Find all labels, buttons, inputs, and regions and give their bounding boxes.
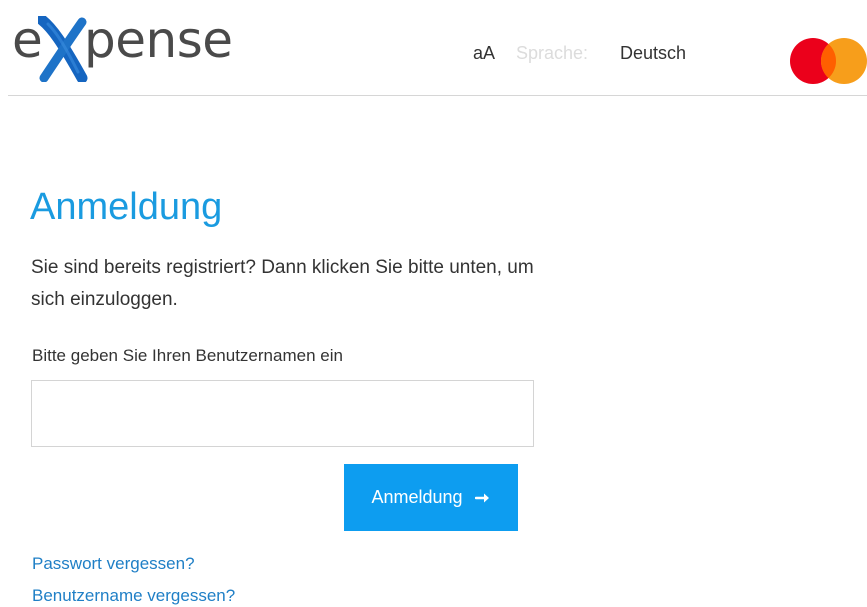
language-select[interactable]: Deutsch bbox=[620, 42, 686, 64]
username-input[interactable] bbox=[31, 380, 534, 447]
header-divider bbox=[8, 95, 867, 96]
forgot-password-link[interactable]: Passwort vergessen? bbox=[32, 553, 195, 575]
mastercard-logo-icon bbox=[790, 38, 867, 84]
font-size-toggle[interactable]: aA bbox=[473, 42, 495, 64]
arrow-right-icon bbox=[474, 493, 489, 502]
intro-text: Sie sind bereits registriert? Dann klick… bbox=[31, 257, 534, 310]
logo-x-icon bbox=[38, 16, 88, 82]
login-page: e pense aA Sprache: Deutsch Anmeldung Si… bbox=[0, 0, 867, 607]
login-button-label: Anmeldung bbox=[371, 487, 463, 507]
language-label: Sprache: bbox=[516, 43, 589, 63]
username-label: Bitte geben Sie Ihren Benutzernamen ein bbox=[32, 346, 343, 365]
login-button[interactable]: Anmeldung bbox=[344, 464, 518, 531]
header: e pense aA Sprache: Deutsch bbox=[0, 0, 867, 96]
expense-logo[interactable]: e pense bbox=[12, 8, 252, 82]
page-title: Anmeldung bbox=[30, 186, 223, 228]
logo-word-pense: pense bbox=[84, 11, 233, 69]
forgot-username-link[interactable]: Benutzername vergessen? bbox=[32, 585, 235, 607]
